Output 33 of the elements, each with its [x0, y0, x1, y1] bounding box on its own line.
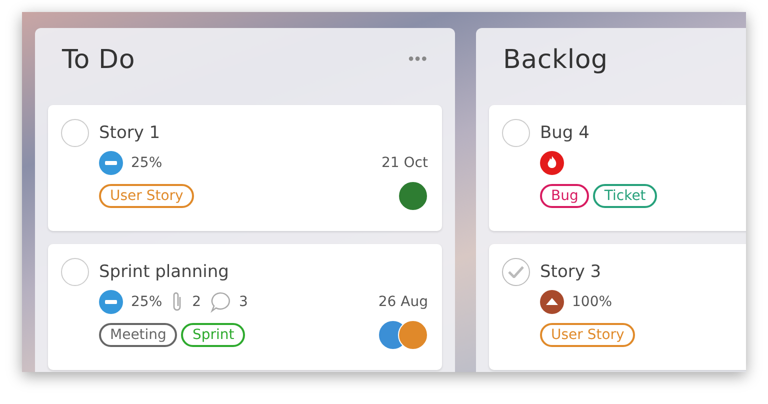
up-priority-icon: [540, 290, 564, 314]
column-title: Backlog: [503, 45, 608, 75]
check-icon: [508, 266, 524, 278]
card-title: Story 3: [540, 262, 602, 282]
minus-priority-icon: [99, 151, 123, 175]
comment-icon: [209, 291, 232, 313]
progress-text: 25%: [131, 155, 162, 171]
card-title: Story 1: [99, 123, 162, 143]
attachment-count: 2: [192, 294, 202, 310]
complete-checkbox[interactable]: [502, 119, 530, 147]
tag: User Story: [99, 184, 194, 208]
comment-count: 3: [239, 294, 248, 310]
task-card[interactable]: Bug 4 Bug Ticket: [489, 105, 746, 231]
progress-text: 100%: [572, 294, 612, 310]
tag: Meeting: [99, 323, 178, 347]
due-date: 26 Aug: [378, 294, 428, 310]
due-date: 21 Oct: [382, 155, 428, 171]
complete-checkbox[interactable]: [502, 258, 530, 286]
tag: Sprint: [181, 323, 246, 347]
tag: Bug: [540, 184, 590, 208]
flame-priority-icon: [540, 151, 564, 175]
task-card[interactable]: Sprint planning 25% 2 3 26 Aug Meeting Sprint: [48, 244, 442, 370]
column-title: To Do: [62, 45, 136, 75]
complete-checkbox[interactable]: [61, 258, 89, 286]
tag: Ticket: [593, 184, 657, 208]
minus-priority-icon: [99, 290, 123, 314]
card-title: Bug 4: [540, 123, 590, 143]
card-title: Sprint planning: [99, 262, 230, 282]
complete-checkbox[interactable]: [61, 119, 89, 147]
task-card[interactable]: Story 1 25% 21 Oct User Story: [48, 105, 442, 231]
task-card[interactable]: Story 3 100% User Story: [489, 244, 746, 370]
tag: User Story: [540, 323, 636, 347]
progress-text: 25%: [131, 294, 162, 310]
